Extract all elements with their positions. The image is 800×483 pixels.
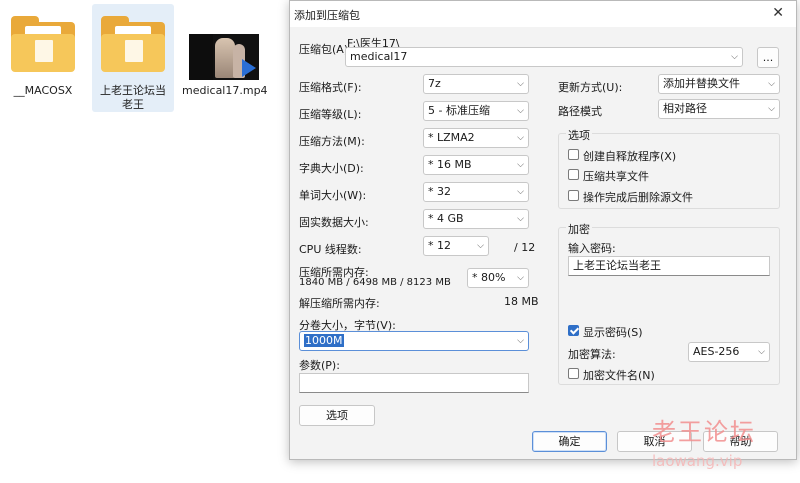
file-label: medical17.mp4 [182, 84, 268, 97]
chevron-down-icon: ⌵ [517, 106, 524, 116]
chevron-down-icon: ⌵ [517, 336, 524, 346]
encryption-group: 加密 输入密码: 上老王论坛当老王 显示密码(S) 加密算法: AES-256 ⌵… [558, 221, 780, 385]
password-label: 输入密码: [568, 242, 616, 255]
file-medical17-video[interactable]: medical17.mp4 [182, 4, 268, 112]
chevron-down-icon: ⌵ [768, 79, 775, 89]
solid-label: 固实数据大小: [299, 216, 369, 229]
video-thumbnail-icon [189, 34, 259, 80]
update-label: 更新方式(U): [558, 81, 623, 94]
update-select[interactable]: 添加并替换文件 ⌵ [658, 74, 780, 94]
dict-select[interactable]: * 16 MB ⌵ [423, 155, 529, 175]
chevron-down-icon: ⌵ [477, 241, 484, 251]
mem-decompress-value: 18 MB [504, 295, 539, 308]
ok-button[interactable]: 确定 [532, 431, 607, 452]
archive-name-combo[interactable]: medical17 ⌵ [345, 47, 743, 67]
algo-select[interactable]: AES-256 ⌵ [688, 342, 770, 362]
chevron-down-icon: ⌵ [517, 187, 524, 197]
show-password-checkbox[interactable] [568, 325, 579, 336]
level-select[interactable]: 5 - 标准压缩 ⌵ [423, 101, 529, 121]
method-select[interactable]: * LZMA2 ⌵ [423, 128, 529, 148]
encrypt-names-label: 加密文件名(N) [583, 369, 655, 382]
folder-icon [11, 16, 75, 72]
file-label: 上老王论坛当老王 [100, 84, 166, 111]
file-macosx[interactable]: __MACOSX [2, 4, 84, 112]
play-icon [242, 59, 256, 77]
sfx-checkbox[interactable] [568, 149, 579, 160]
format-label: 压缩格式(F): [299, 81, 362, 94]
chevron-down-icon: ⌵ [517, 214, 524, 224]
options-button[interactable]: 选项 [299, 405, 375, 426]
browse-button[interactable]: ... [757, 47, 779, 68]
delete-after-checkbox[interactable] [568, 190, 579, 201]
archive-label: 压缩包(A) [299, 43, 349, 56]
method-label: 压缩方法(M): [299, 135, 365, 148]
chevron-down-icon: ⌵ [731, 52, 738, 62]
chevron-down-icon: ⌵ [517, 79, 524, 89]
options-group-label: 选项 [566, 127, 592, 143]
chevron-down-icon: ⌵ [517, 133, 524, 143]
password-input[interactable]: 上老王论坛当老王 [568, 256, 770, 276]
level-label: 压缩等级(L): [299, 108, 362, 121]
file-label: __MACOSX [13, 84, 73, 97]
threads-select[interactable]: * 12 ⌵ [423, 236, 489, 256]
format-select[interactable]: 7z ⌵ [423, 74, 529, 94]
file-laowang-folder[interactable]: 上老王论坛当老王 [92, 4, 174, 112]
word-label: 单词大小(W): [299, 189, 367, 202]
delete-after-label: 操作完成后删除源文件 [583, 191, 693, 204]
dict-label: 字典大小(D): [299, 162, 364, 175]
solid-select[interactable]: * 4 GB ⌵ [423, 209, 529, 229]
show-password-label: 显示密码(S) [583, 326, 643, 339]
chevron-down-icon: ⌵ [517, 273, 524, 283]
shared-files-label: 压缩共享文件 [583, 170, 649, 183]
pathmode-select[interactable]: 相对路径 ⌵ [658, 99, 780, 119]
encrypt-names-checkbox[interactable] [568, 368, 579, 379]
mem-decompress-label: 解压缩所需内存: [299, 297, 380, 310]
word-select[interactable]: * 32 ⌵ [423, 182, 529, 202]
shared-files-checkbox[interactable] [568, 169, 579, 180]
algo-label: 加密算法: [568, 348, 616, 361]
params-input[interactable] [299, 373, 529, 393]
threads-label: CPU 线程数: [299, 243, 362, 256]
encryption-group-label: 加密 [566, 221, 592, 237]
split-combo[interactable]: 1000M ⌵ [299, 331, 529, 351]
mem-percent-select[interactable]: * 80% ⌵ [467, 268, 529, 288]
params-label: 参数(P): [299, 359, 340, 372]
sfx-label: 创建自释放程序(X) [583, 150, 677, 163]
dialog-title: 添加到压缩包 [294, 9, 360, 22]
threads-max: / 12 [514, 241, 536, 254]
chevron-down-icon: ⌵ [758, 347, 765, 357]
dialog-titlebar: 添加到压缩包 ✕ [290, 1, 796, 27]
watermark-url: laowang.vip [652, 452, 743, 470]
mem-compress-detail: 1840 MB / 6498 MB / 8123 MB [299, 277, 451, 288]
options-group: 选项 创建自释放程序(X) 压缩共享文件 操作完成后删除源文件 [558, 127, 780, 209]
chevron-down-icon: ⌵ [517, 160, 524, 170]
close-icon[interactable]: ✕ [772, 5, 784, 21]
add-to-archive-dialog: 添加到压缩包 ✕ 压缩包(A) F:\医生17\ medical17 ⌵ ... … [289, 0, 797, 460]
folder-icon [101, 16, 165, 72]
watermark-text: 老王论坛 [652, 418, 756, 446]
pathmode-label: 路径模式 [558, 105, 602, 118]
chevron-down-icon: ⌵ [768, 104, 775, 114]
